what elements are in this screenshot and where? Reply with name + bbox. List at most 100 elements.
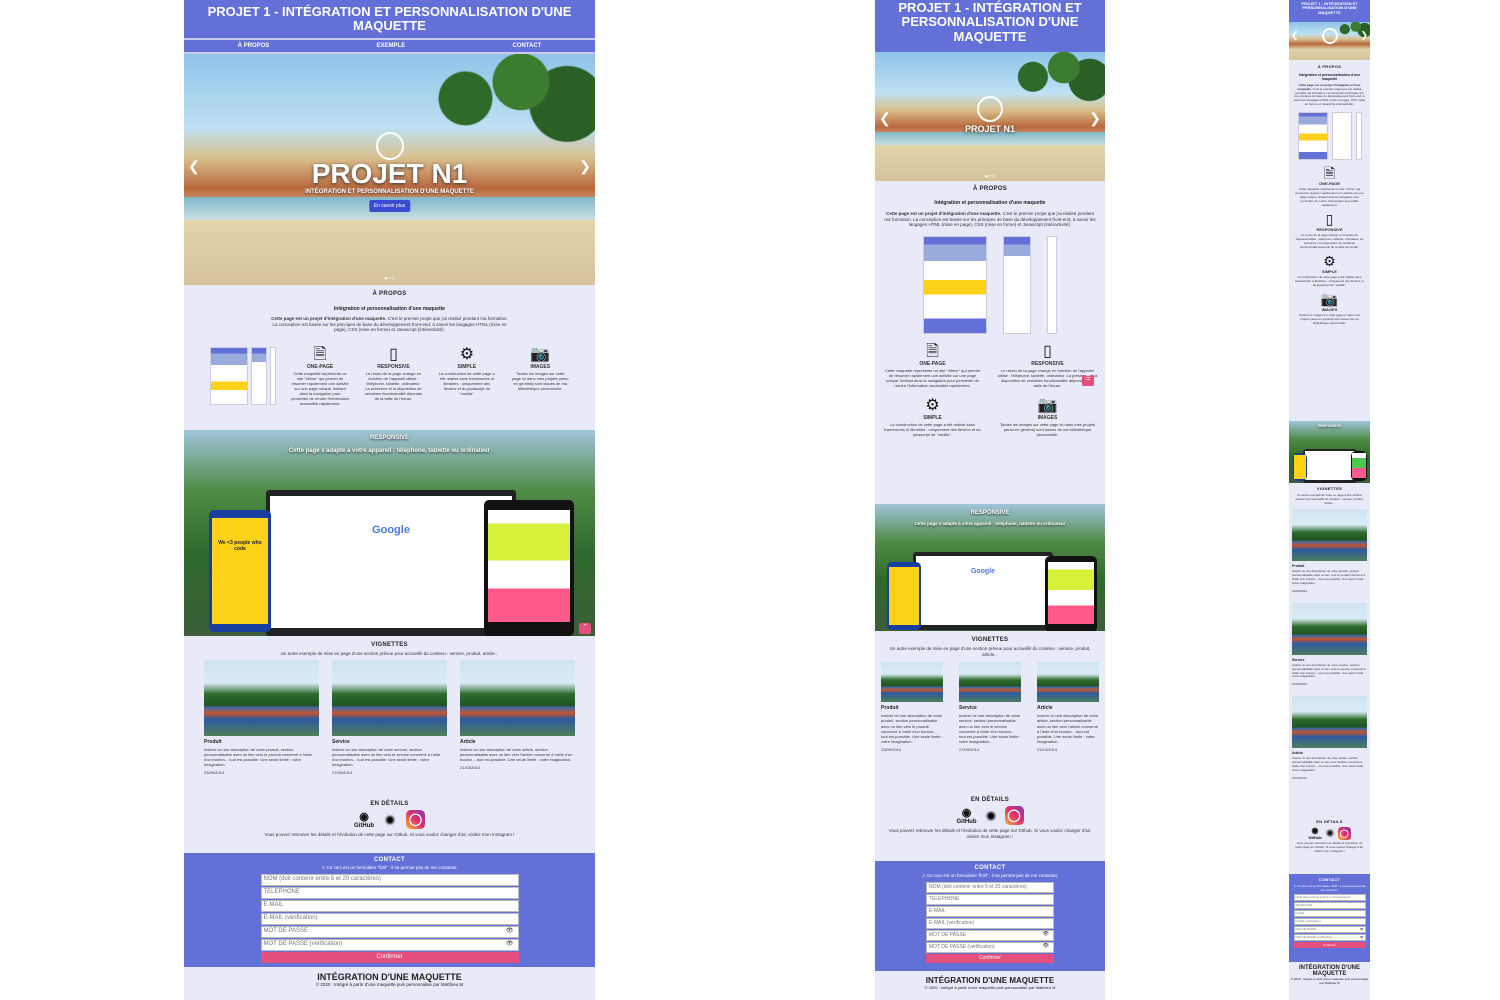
mobile-preview: PROJET 1 - INTÉGRATION ET PERSONNALISATI… <box>1289 0 1370 1000</box>
mockup-preview <box>1289 111 1370 160</box>
learn-more-button[interactable]: En savoir plus <box>368 200 411 212</box>
site-header: PROJET 1 - INTÉGRATION ET PERSONNALISATI… <box>184 0 595 54</box>
about-title: À PROPOS <box>372 291 407 297</box>
responsive-section: RESPONSIVE <box>1289 421 1370 483</box>
nav-item-about[interactable]: À PROPOS <box>238 43 270 49</box>
instagram-icon[interactable]: ◯ <box>1004 806 1024 825</box>
details-section: EN DÉTAILS ◉ GitHub ◯ Vous pouvez retrouv… <box>1295 819 1364 853</box>
instagram-icon[interactable]: ◯ <box>406 810 425 829</box>
tablet-preview: PROJET 1 - INTÉGRATION ET PERSONNALISATI… <box>875 0 1105 1000</box>
instagram-icon[interactable]: ◯ <box>1337 826 1351 840</box>
name-field[interactable]: NOM (doit contenir entre 5 et 20 caractè… <box>1293 894 1366 901</box>
eye-icon[interactable]: 👁 <box>1043 931 1049 937</box>
card-service: Service Insérer ici une description de v… <box>332 659 447 775</box>
contact-warning: ⚠ Ce ceci est un formulaire 'fictif' : i… <box>321 865 458 870</box>
about-text: Cette page est un projet d'intégration d… <box>884 211 1096 228</box>
email-field[interactable]: E-MAIL <box>1293 910 1366 917</box>
carousel-prev-arrow-icon[interactable]: ❮ <box>1291 30 1299 41</box>
main-nav: À PROPOS EXEMPLE CONTACT <box>184 38 595 54</box>
menu-button[interactable]: ☰ <box>1082 375 1094 386</box>
mockup-preview <box>209 346 276 405</box>
tablet-mockup <box>1351 451 1367 481</box>
phone-icon: ▯ <box>389 345 398 363</box>
responsive-section: RESPONSIVE Cette page s'adapte à votre a… <box>184 430 595 636</box>
vignettes-section: VIGNETTES Un autre exemple de mise en pa… <box>184 636 595 795</box>
tablet-mockup <box>484 500 574 636</box>
laptop-mockup <box>1303 449 1357 483</box>
carousel-dots[interactable]: ●○○ <box>384 276 395 282</box>
feature-one-page: 🗎 ONE-PAGE Cette maquette représente un … <box>291 345 350 406</box>
footer-copyright: © 2020 : Intégré à partir d'une maquette… <box>315 982 464 987</box>
details-section: EN DÉTAILS ◉ GitHub ◯ Vous pouvez retrouv… <box>888 797 1092 839</box>
name-field[interactable]: NOM (doit contenir entre 5 et 20 caractè… <box>926 882 1054 893</box>
feature-simple: ⚙ SIMPLE La construction de cette page a… <box>438 345 495 396</box>
blurred-icon <box>986 811 995 820</box>
phone-icon: ▯ <box>1043 342 1052 360</box>
details-section: EN DÉTAILS ◉ GitHub ◯ Vous pouvez retrouv… <box>184 795 595 853</box>
email-field[interactable]: E-MAIL <box>926 906 1054 917</box>
password-field[interactable]: MOT DE PASSE 👁 <box>260 926 519 938</box>
email-field[interactable]: E-MAIL <box>260 900 519 912</box>
contact-section: CONTACT ⚠ Ce ceci est un formulaire 'fic… <box>875 861 1105 971</box>
phone-field[interactable]: TELEPHONE <box>926 894 1054 905</box>
mockup-preview <box>875 235 1105 334</box>
nav-item-example[interactable]: EXEMPLE <box>377 43 406 49</box>
about-text: Cette page est un projet d'intégration d… <box>271 316 508 333</box>
email-confirm-field[interactable]: E-MAIL (vérification) <box>926 918 1054 929</box>
phone-field[interactable]: TELEPHONE <box>1293 902 1366 909</box>
about-section: À PROPOS Intégration et personnalisation… <box>184 285 595 430</box>
scroll-top-button[interactable]: ⌃ <box>579 623 591 634</box>
carousel-next-arrow-icon[interactable]: ❯ <box>1360 30 1368 41</box>
confirm-button[interactable]: Confirmer <box>1293 942 1366 948</box>
file-icon: 🗎 <box>926 342 939 360</box>
github-link[interactable]: ◉ GitHub <box>1308 826 1321 840</box>
carousel-dots[interactable]: ●○○ <box>985 174 996 180</box>
desktop-preview: PROJET 1 - INTÉGRATION ET PERSONNALISATI… <box>184 0 595 1000</box>
password-confirm-field[interactable]: MOT DE PASSE (vérification) 👁 <box>926 942 1054 953</box>
tablet-mockup <box>1045 556 1097 631</box>
phone-field[interactable]: TELEPHONE <box>260 887 519 899</box>
hero-title: PROJET N1 <box>311 158 468 189</box>
card-produit: Produit Insérer ici une description de v… <box>204 659 319 775</box>
github-icon: ◉ <box>1311 826 1319 835</box>
password-field[interactable]: MOT DE PASSE 👁 <box>1293 926 1366 933</box>
github-link[interactable]: ◉ GitHub <box>354 810 374 829</box>
password-confirm-field[interactable]: MOT DE PASSE (vérification) 👁 <box>260 939 519 951</box>
confirm-button[interactable]: Confirmer <box>926 954 1054 963</box>
hero-subtitle: INTÉGRATION ET PERSONNALISATION D'UNE MA… <box>305 189 474 195</box>
gear-icon: ⚙ <box>459 345 475 363</box>
blurred-icon <box>1326 830 1333 836</box>
eye-icon[interactable]: 👁 <box>1043 943 1049 949</box>
camera-icon: 📷 <box>1037 396 1058 414</box>
footer: INTÉGRATION D'UNE MAQUETTE © 2020 : Inté… <box>1290 965 1369 985</box>
card-image <box>332 659 447 736</box>
nav-item-contact[interactable]: CONTACT <box>512 43 541 49</box>
card-image <box>1037 662 1099 703</box>
card-image <box>1292 602 1367 655</box>
site-title: PROJET 1 - INTÉGRATION ET PERSONNALISATI… <box>207 4 572 34</box>
eye-icon[interactable]: 👁 <box>1360 927 1364 931</box>
eye-icon[interactable]: 👁 <box>506 927 514 934</box>
eye-icon[interactable]: 👁 <box>506 940 514 947</box>
github-link[interactable]: ◉ GitHub <box>957 806 977 825</box>
email-confirm-field[interactable]: E-MAIL (vérification) <box>1293 918 1366 925</box>
site-title: PROJET 1 - INTÉGRATION ET PERSONNALISATI… <box>1289 0 1370 22</box>
gear-icon: ⚙ <box>1323 252 1336 269</box>
confirm-button[interactable]: Confirmer <box>260 952 519 963</box>
phone-mockup: We <3 people who code <box>209 510 271 632</box>
email-confirm-field[interactable]: E-MAIL (vérification) <box>260 913 519 925</box>
password-confirm-field[interactable]: MOT DE PASSE (vérification) 👁 <box>1293 934 1366 941</box>
card-image <box>1292 509 1367 562</box>
phone-mockup <box>1293 453 1307 481</box>
globe-icon <box>1321 28 1338 44</box>
details-text: Vous pouvez retrouver les détails et l'é… <box>264 832 515 837</box>
footer: INTÉGRATION D'UNE MAQUETTE © 2020 : Inté… <box>184 967 595 987</box>
card-article: Article Insérer ici une description de v… <box>460 659 575 776</box>
details-title: EN DÉTAILS <box>370 801 409 807</box>
eye-icon[interactable]: 👁 <box>1360 935 1364 939</box>
password-field[interactable]: MOT DE PASSE 👁 <box>926 930 1054 941</box>
phone-mockup <box>887 562 921 630</box>
hero-carousel: ❮ ❯ PROJET N1 INTÉGRATION ET PERSONNALIS… <box>184 54 595 285</box>
name-field[interactable]: NOM (doit contenir entre 5 et 20 caractè… <box>260 874 519 886</box>
laptop-mockup: Google <box>266 490 516 636</box>
